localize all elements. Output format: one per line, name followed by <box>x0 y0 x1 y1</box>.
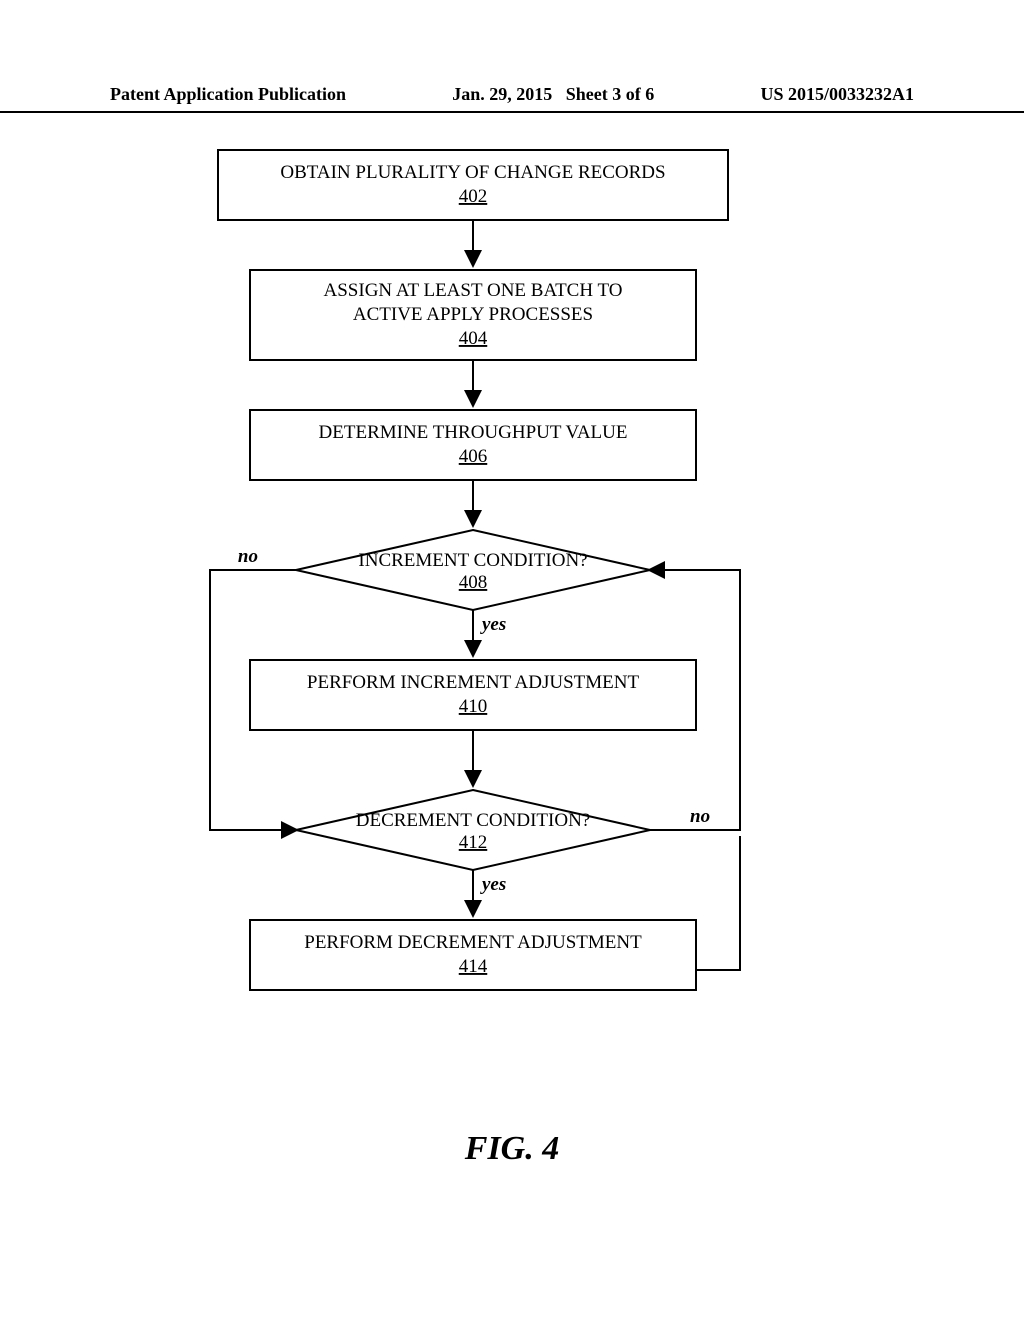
flow-box-414 <box>250 920 696 990</box>
header-right: US 2015/0033232A1 <box>760 84 914 105</box>
flow-box-402 <box>218 150 728 220</box>
flow-box-402-ref: 402 <box>459 186 488 207</box>
flow-diamond-412-label: DECREMENT CONDITION? <box>356 810 591 831</box>
header-left: Patent Application Publication <box>110 84 346 105</box>
flow-diamond-412-ref: 412 <box>459 832 488 853</box>
flow-box-410 <box>250 660 696 730</box>
flow-diamond-408-ref: 408 <box>459 572 488 593</box>
flow-box-404-label-line2: ACTIVE APPLY PROCESSES <box>353 304 593 325</box>
figure-caption: FIG. 4 <box>0 1130 1024 1168</box>
flow-box-414-ref: 414 <box>459 956 488 977</box>
flow-box-406 <box>250 410 696 480</box>
flow-box-410-ref: 410 <box>459 696 488 717</box>
edge-414-408-loop <box>696 836 740 970</box>
page-header: Patent Application Publication Jan. 29, … <box>0 84 1024 113</box>
flow-box-402-label: OBTAIN PLURALITY OF CHANGE RECORDS <box>280 162 665 183</box>
page: Patent Application Publication Jan. 29, … <box>0 0 1024 1320</box>
header-middle: Jan. 29, 2015 Sheet 3 of 6 <box>452 84 654 105</box>
flow-box-414-label: PERFORM DECREMENT ADJUSTMENT <box>304 932 642 953</box>
flow-box-410-label: PERFORM INCREMENT ADJUSTMENT <box>307 672 640 693</box>
header-date: Jan. 29, 2015 <box>452 84 552 104</box>
flow-box-404-ref: 404 <box>459 328 488 349</box>
edge-412-no-label: no <box>690 806 710 827</box>
edge-412-yes-label: yes <box>480 874 506 895</box>
flow-box-406-ref: 406 <box>459 446 488 467</box>
edge-408-yes-label: yes <box>480 614 506 635</box>
flow-box-406-label: DETERMINE THROUGHPUT VALUE <box>319 422 628 443</box>
flowchart: OBTAIN PLURALITY OF CHANGE RECORDS 402 A… <box>0 130 1024 1230</box>
flowchart-svg: OBTAIN PLURALITY OF CHANGE RECORDS 402 A… <box>0 130 1024 1090</box>
flow-box-404-label-line1: ASSIGN AT LEAST ONE BATCH TO <box>324 280 623 301</box>
header-sheet: Sheet 3 of 6 <box>566 84 655 104</box>
flow-diamond-408-label: INCREMENT CONDITION? <box>358 550 587 571</box>
edge-408-no-label: no <box>238 546 258 567</box>
